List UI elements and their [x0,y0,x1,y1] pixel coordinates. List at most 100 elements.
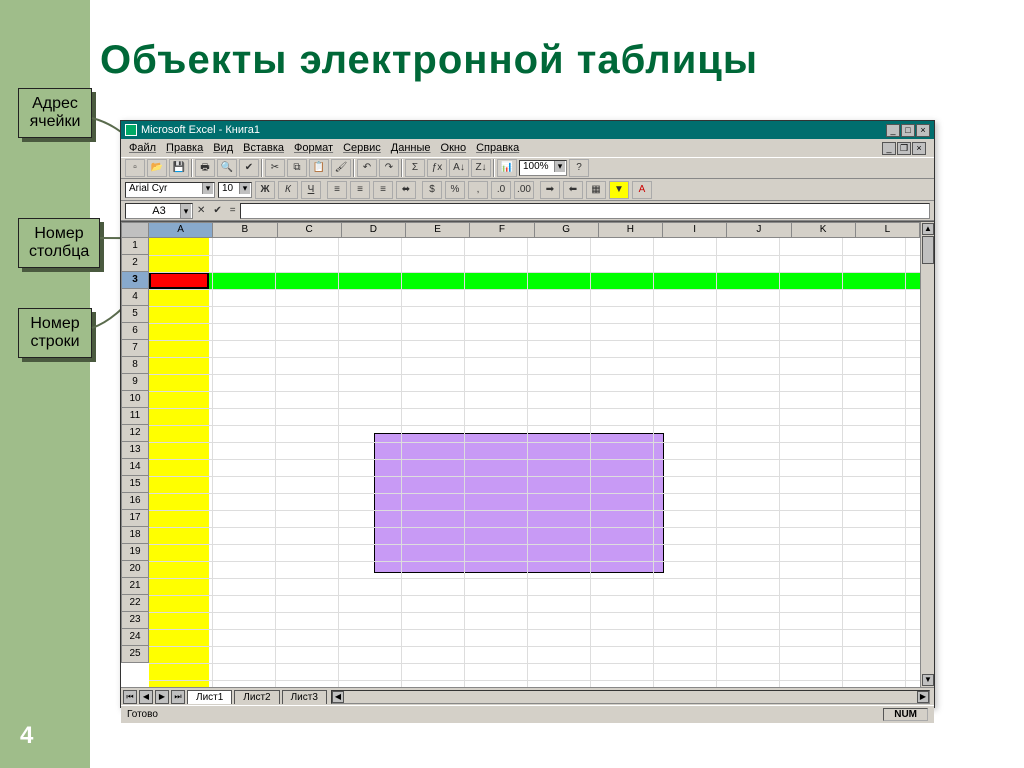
row-header-19[interactable]: 19 [121,544,149,561]
sheet-tab-2[interactable]: Лист2 [234,690,279,704]
scroll-right-icon[interactable]: ▶ [917,691,929,703]
tab-prev-icon[interactable]: ◀ [139,690,153,704]
horizontal-scrollbar[interactable]: ◀ ▶ [331,690,930,704]
align-center-icon[interactable]: ≡ [350,181,370,199]
sheet-tab-1[interactable]: Лист1 [187,690,232,704]
row-header-6[interactable]: 6 [121,323,149,340]
row-header-14[interactable]: 14 [121,459,149,476]
doc-restore-button[interactable]: ❐ [897,142,911,155]
row-header-4[interactable]: 4 [121,289,149,306]
menu-edit[interactable]: Правка [166,142,203,154]
dec-indent-icon[interactable]: ⬅ [563,181,583,199]
menu-file[interactable]: Файл [129,142,156,154]
row-header-23[interactable]: 23 [121,612,149,629]
row-header-18[interactable]: 18 [121,527,149,544]
zoom-combo[interactable]: 100% [519,160,567,176]
row-header-21[interactable]: 21 [121,578,149,595]
scroll-up-icon[interactable]: ▲ [922,223,934,235]
scroll-left-icon[interactable]: ◀ [332,691,344,703]
column-header-d[interactable]: D [342,222,406,238]
vertical-scrollbar[interactable]: ▲ ▼ [920,222,934,687]
autosum-icon[interactable]: Σ [405,159,425,177]
format-painter-icon[interactable]: 🖌 [331,159,351,177]
column-header-l[interactable]: L [856,222,920,238]
redo-icon[interactable]: ↷ [379,159,399,177]
row-header-10[interactable]: 10 [121,391,149,408]
row-header-17[interactable]: 17 [121,510,149,527]
save-icon[interactable]: 💾 [169,159,189,177]
maximize-button[interactable]: □ [901,124,915,137]
cut-icon[interactable]: ✂ [265,159,285,177]
row-header-16[interactable]: 16 [121,493,149,510]
column-header-b[interactable]: B [213,222,277,238]
doc-minimize-button[interactable]: _ [882,142,896,155]
row-header-2[interactable]: 2 [121,255,149,272]
row-header-15[interactable]: 15 [121,476,149,493]
row-header-8[interactable]: 8 [121,357,149,374]
minimize-button[interactable]: _ [886,124,900,137]
align-right-icon[interactable]: ≡ [373,181,393,199]
row-header-5[interactable]: 5 [121,306,149,323]
column-header-j[interactable]: J [727,222,791,238]
enter-icon[interactable]: ✔ [213,205,221,216]
row-header-11[interactable]: 11 [121,408,149,425]
help-icon[interactable]: ? [569,159,589,177]
select-all-corner[interactable] [121,222,149,238]
sort-asc-icon[interactable]: A↓ [449,159,469,177]
menu-insert[interactable]: Вставка [243,142,284,154]
column-header-h[interactable]: H [599,222,663,238]
merge-icon[interactable]: ⬌ [396,181,416,199]
menu-tools[interactable]: Сервис [343,142,381,154]
column-header-i[interactable]: I [663,222,727,238]
bold-icon[interactable]: Ж [255,181,275,199]
column-header-k[interactable]: K [792,222,856,238]
column-header-f[interactable]: F [470,222,534,238]
row-header-1[interactable]: 1 [121,238,149,255]
inc-decimal-icon[interactable]: .0 [491,181,511,199]
tab-first-icon[interactable]: ⏮ [123,690,137,704]
row-header-20[interactable]: 20 [121,561,149,578]
font-size-combo[interactable]: 10 [218,182,252,198]
print-icon[interactable]: 🖶 [195,159,215,177]
sheet-tab-3[interactable]: Лист3 [282,690,327,704]
menu-view[interactable]: Вид [213,142,233,154]
font-name-combo[interactable]: Arial Cyr [125,182,215,198]
preview-icon[interactable]: 🔍 [217,159,237,177]
function-icon[interactable]: ƒx [427,159,447,177]
currency-icon[interactable]: $ [422,181,442,199]
sort-desc-icon[interactable]: Z↓ [471,159,491,177]
menu-data[interactable]: Данные [391,142,431,154]
row-header-3[interactable]: 3 [121,272,149,289]
scroll-down-icon[interactable]: ▼ [922,674,934,686]
row-header-22[interactable]: 22 [121,595,149,612]
row-header-24[interactable]: 24 [121,629,149,646]
column-header-g[interactable]: G [535,222,599,238]
font-color-icon[interactable]: A [632,181,652,199]
scroll-thumb[interactable] [922,236,934,264]
column-header-c[interactable]: C [278,222,342,238]
close-button[interactable]: × [916,124,930,137]
row-header-12[interactable]: 12 [121,425,149,442]
new-icon[interactable]: ▫ [125,159,145,177]
spell-icon[interactable]: ✔ [239,159,259,177]
cancel-icon[interactable]: ✕ [197,205,205,216]
tab-last-icon[interactable]: ⏭ [171,690,185,704]
menu-help[interactable]: Справка [476,142,519,154]
active-cell-a3[interactable] [149,272,209,289]
row-header-7[interactable]: 7 [121,340,149,357]
row-header-9[interactable]: 9 [121,374,149,391]
inc-indent-icon[interactable]: ➡ [540,181,560,199]
cells-area[interactable] [149,238,920,687]
menu-window[interactable]: Окно [441,142,467,154]
row-header-13[interactable]: 13 [121,442,149,459]
paste-icon[interactable]: 📋 [309,159,329,177]
doc-close-button[interactable]: × [912,142,926,155]
copy-icon[interactable]: ⧉ [287,159,307,177]
row-header-25[interactable]: 25 [121,646,149,663]
undo-icon[interactable]: ↶ [357,159,377,177]
column-header-e[interactable]: E [406,222,470,238]
percent-icon[interactable]: % [445,181,465,199]
tab-next-icon[interactable]: ▶ [155,690,169,704]
italic-icon[interactable]: К [278,181,298,199]
borders-icon[interactable]: ▦ [586,181,606,199]
